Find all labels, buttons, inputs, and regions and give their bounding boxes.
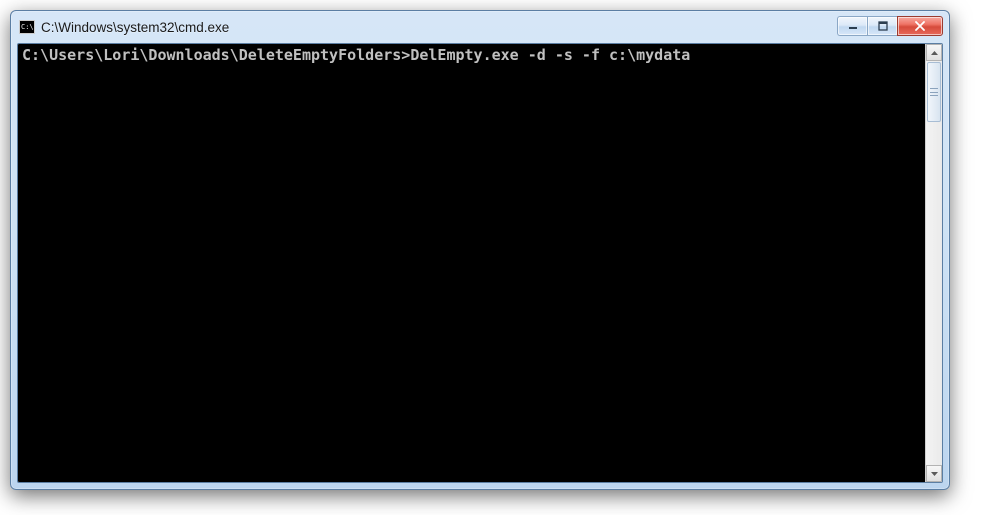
scroll-thumb[interactable] [927, 62, 941, 122]
command-text: DelEmpty.exe -d -s -f c:\mydata [410, 46, 690, 64]
close-button[interactable] [897, 16, 943, 36]
scroll-track[interactable] [926, 61, 942, 465]
minimize-button[interactable] [837, 16, 867, 36]
vertical-scrollbar[interactable] [925, 44, 942, 482]
maximize-button[interactable] [867, 16, 897, 36]
maximize-icon [878, 21, 888, 31]
terminal[interactable]: C:\Users\Lori\Downloads\DeleteEmptyFolde… [18, 44, 925, 482]
client-area: C:\Users\Lori\Downloads\DeleteEmptyFolde… [17, 43, 943, 483]
scroll-down-button[interactable] [926, 465, 942, 482]
close-icon [914, 21, 926, 31]
scroll-up-button[interactable] [926, 44, 942, 61]
terminal-line: C:\Users\Lori\Downloads\DeleteEmptyFolde… [22, 46, 921, 64]
chevron-up-icon [931, 51, 938, 55]
minimize-icon [848, 21, 858, 31]
cmd-icon-text: C:\ [21, 24, 34, 31]
cmd-window: C:\ C:\Windows\system32\cmd.exe [10, 10, 950, 490]
prompt-text: C:\Users\Lori\Downloads\DeleteEmptyFolde… [22, 46, 410, 64]
window-title: C:\Windows\system32\cmd.exe [41, 20, 837, 35]
cmd-icon[interactable]: C:\ [19, 20, 35, 34]
window-controls [837, 16, 943, 38]
chevron-down-icon [931, 472, 938, 476]
titlebar[interactable]: C:\ C:\Windows\system32\cmd.exe [11, 11, 949, 43]
thumb-grip-icon [930, 88, 938, 96]
